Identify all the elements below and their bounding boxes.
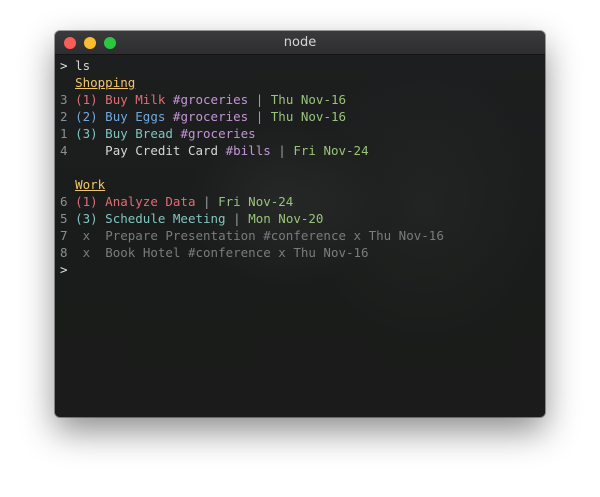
prompt: > [60, 58, 68, 73]
item-text: Book Hotel #conference x Thu Nov-16 [105, 245, 369, 260]
item-number: 3 [60, 92, 68, 107]
item-priority: (1) [75, 194, 98, 209]
item-number: 8 [60, 245, 68, 260]
todo-item: 2 (2) Buy Eggs #groceries | Thu Nov-16 [60, 108, 444, 125]
section-header-shopping: Shopping [75, 75, 136, 90]
todo-item: 3 (1) Buy Milk #groceries | Thu Nov-16 [60, 91, 444, 108]
command-text: ls [75, 58, 91, 73]
item-priority: (3) [75, 211, 98, 226]
item-number: 5 [60, 211, 68, 226]
item-tag: #bills [225, 143, 271, 158]
item-separator: | [255, 92, 264, 107]
item-text: Buy Eggs [105, 109, 166, 124]
command-line: > ls [60, 57, 444, 74]
item-separator: | [233, 211, 241, 226]
section-header-line: Work [60, 176, 444, 193]
item-text: Prepare Presentation #conference x Thu N… [105, 228, 444, 243]
todo-item: 5 (3) Schedule Meeting | Mon Nov-20 [60, 210, 444, 227]
input-line[interactable]: > [60, 261, 444, 278]
prompt: > [60, 262, 68, 277]
item-date: Fri Nov-24 [218, 194, 294, 209]
item-text: Buy Milk [105, 92, 166, 107]
item-number: 7 [60, 228, 68, 243]
window-title: node [283, 35, 317, 50]
item-number: 1 [60, 126, 68, 141]
item-tag: #groceries [172, 92, 249, 107]
item-text: Buy Bread [105, 126, 173, 141]
title-bar[interactable]: node [55, 31, 545, 55]
done-mark: x [82, 228, 91, 243]
item-text: Pay Credit Card [105, 143, 219, 158]
item-priority: (2) [75, 109, 98, 124]
todo-item: 4 Pay Credit Card #bills | Fri Nov-24 [60, 142, 444, 159]
item-tag: #groceries [180, 126, 256, 141]
todo-item: 1 (3) Buy Bread #groceries [60, 125, 444, 142]
done-mark: x [82, 245, 91, 260]
item-separator: | [255, 109, 264, 124]
completed-item: 8 x Book Hotel #conference x Thu Nov-16 [60, 244, 444, 261]
item-tag: #groceries [172, 109, 249, 124]
completed-item: 7 x Prepare Presentation #conference x T… [60, 227, 444, 244]
item-priority: (3) [75, 126, 98, 141]
item-separator: | [278, 143, 286, 158]
terminal-area[interactable]: > ls Shopping 3 (1) Buy Milk #groceries … [55, 55, 545, 417]
item-date: Fri Nov-24 [293, 143, 369, 158]
terminal-window: node > ls Shopping 3 (1) Buy Milk #groce… [55, 31, 545, 417]
item-text: Schedule Meeting [105, 211, 226, 226]
section-header-work: Work [75, 177, 106, 192]
item-separator: | [203, 194, 211, 209]
todo-item: 6 (1) Analyze Data | Fri Nov-24 [60, 193, 444, 210]
item-date: Thu Nov-16 [270, 109, 347, 124]
item-number: 4 [60, 143, 68, 158]
item-number: 6 [60, 194, 68, 209]
item-number: 2 [60, 109, 68, 124]
item-date: Mon Nov-20 [248, 211, 324, 226]
item-priority: (1) [75, 92, 98, 107]
section-header-line: Shopping [60, 74, 444, 91]
item-text: Analyze Data [105, 194, 196, 209]
item-date: Thu Nov-16 [270, 92, 347, 107]
